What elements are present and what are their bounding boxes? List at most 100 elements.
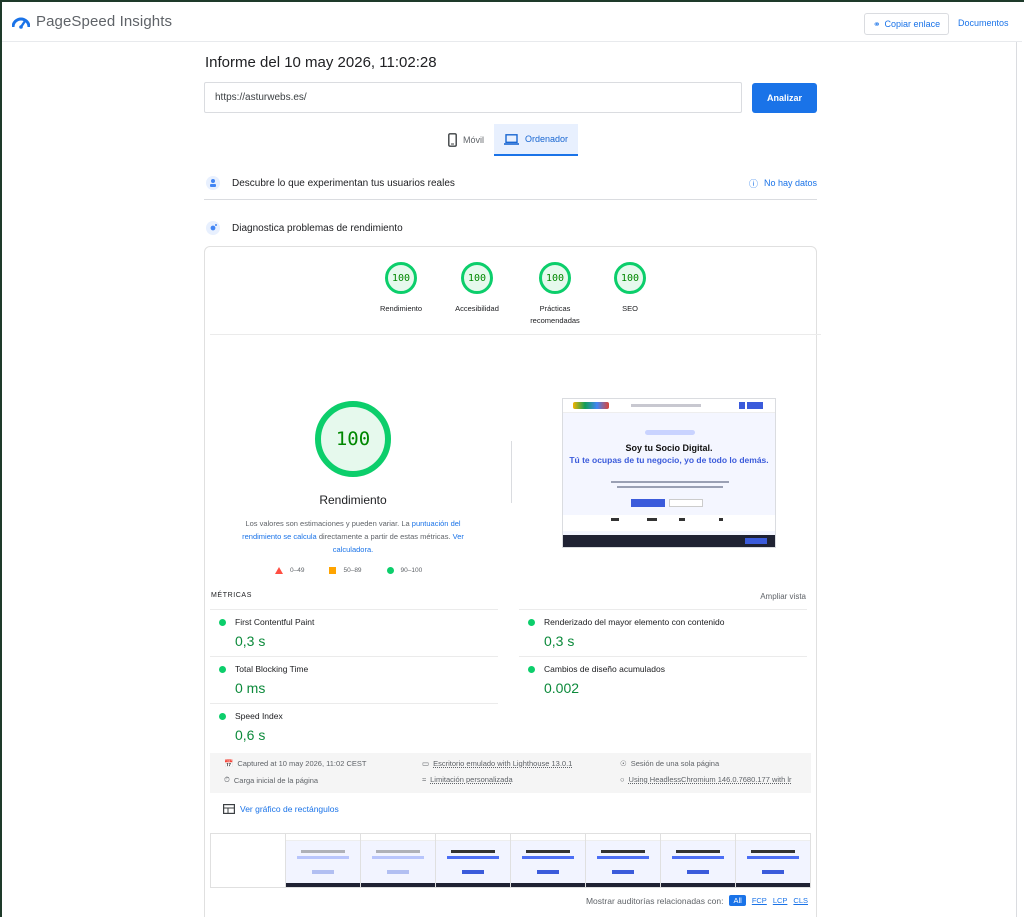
real-users-section[interactable]: Descubre lo que experimentan tus usuario… — [204, 167, 817, 200]
screenshot-headline: Soy tu Socio Digital. — [625, 443, 713, 453]
filter-chip-all[interactable]: All — [729, 895, 746, 906]
filter-chip-lcp[interactable]: LCP — [773, 896, 788, 905]
no-data-indicator: ⓘ No hay datos — [749, 177, 817, 190]
tab-desktop-label: Ordenador — [525, 134, 569, 144]
browser-icon: ○ — [620, 775, 625, 784]
note-text: Los valores son estimaciones y pueden va… — [245, 519, 412, 528]
device-label: Escritorio emulado with Lighthouse 13.0.… — [433, 759, 573, 768]
filmstrip-frame — [436, 834, 511, 887]
metric-fcp: First Contentful Paint 0,3 s — [210, 609, 498, 655]
metric-cls: Cambios de diseño acumulados 0.002 — [519, 656, 807, 702]
tab-mobile[interactable]: Móvil — [438, 124, 494, 156]
treemap-icon — [223, 804, 235, 814]
filmstrip-frame — [736, 834, 810, 887]
url-input[interactable] — [204, 82, 742, 113]
metrics-heading: MÉTRICAS — [211, 592, 252, 599]
gauge-accessibility[interactable]: 100 Accesibilidad — [447, 262, 507, 315]
users-icon — [206, 176, 220, 190]
runtime-captured: 📅 Captured at 10 may 2026, 11:02 CEST — [224, 759, 366, 768]
filmstrip-frame — [661, 834, 736, 887]
session-label: Sesión de una sola página — [630, 759, 720, 768]
filmstrip-frame — [211, 834, 286, 887]
circle-icon — [386, 567, 394, 574]
browser-label: Using HeadlessChromium 146.0.7680.177 wi… — [628, 775, 792, 784]
audit-filter-label: Mostrar auditorías relacionadas con: — [585, 895, 724, 906]
metric-tbt: Total Blocking Time 0 ms — [210, 656, 498, 702]
no-data-label: No hay datos — [763, 178, 817, 188]
triangle-icon — [275, 567, 283, 574]
treemap-link[interactable]: Ver gráfico de rectángulos — [223, 804, 339, 814]
filter-chip-fcp[interactable]: FCP — [752, 896, 767, 905]
person-icon: ☉ — [620, 759, 627, 768]
legend-average: 50–89 — [329, 567, 362, 574]
timer-icon: ⏱ — [224, 775, 230, 784]
calendar-icon: 📅 — [224, 759, 234, 768]
copy-link-label: Copiar enlace — [884, 19, 941, 29]
diagnostics-title: Diagnostica problemas de rendimiento — [232, 222, 403, 234]
gauge-performance[interactable]: 100 Rendimiento — [371, 262, 431, 315]
copy-link-button[interactable]: ⚭ Copiar enlace — [864, 13, 950, 35]
metric-name: Total Blocking Time — [235, 664, 309, 674]
lab-icon — [206, 221, 220, 235]
filmstrip-frame — [286, 834, 361, 887]
metric-value: 0 ms — [235, 680, 266, 696]
note-text: directamente a partir de estas métricas. — [316, 532, 453, 541]
runtime-settings: 📅 Captured at 10 may 2026, 11:02 CEST ▭ Es… — [210, 753, 811, 793]
category-gauges: 100 Rendimiento 100 Accesibilidad 100 Pr… — [210, 247, 821, 335]
runtime-browser: ○ Using HeadlessChromium 146.0.7680.177 w… — [620, 775, 792, 784]
screenshot-nav — [563, 399, 775, 413]
tab-desktop[interactable]: Ordenador — [494, 124, 579, 156]
metric-value: 0,3 s — [235, 633, 266, 649]
metric-name: Cambios de diseño acumulados — [544, 664, 665, 674]
final-screenshot[interactable]: Soy tu Socio Digital. Tú te ocupas de tu… — [562, 398, 776, 548]
square-icon — [329, 567, 337, 574]
gauge-seo[interactable]: 100 SEO — [600, 262, 660, 315]
legend-poor-label: 0–49 — [290, 567, 305, 574]
pass-icon — [219, 619, 226, 626]
metric-name: First Contentful Paint — [235, 617, 315, 627]
gauge-label: SEO — [622, 304, 638, 313]
legend-good: 90–100 — [386, 567, 423, 574]
expand-view-toggle[interactable]: Ampliar vista — [760, 592, 806, 601]
gauge-label: Accesibilidad — [455, 304, 499, 313]
tab-mobile-label: Móvil — [463, 135, 485, 145]
filter-chip-cls[interactable]: CLS — [793, 896, 808, 905]
performance-gauge: 100 — [315, 401, 391, 477]
page-edge — [1016, 42, 1017, 917]
runtime-session: ☉ Sesión de una sola página — [620, 759, 719, 768]
legend-good-label: 90–100 — [400, 567, 423, 574]
real-users-title: Descubre lo que experimentan tus usuario… — [232, 177, 455, 189]
lighthouse-report: 100 Rendimiento 100 Accesibilidad 100 Pr… — [204, 246, 821, 917]
captured-label: Captured at 10 may 2026, 11:02 CEST — [237, 759, 367, 768]
load-label: Carga inicial de la página — [233, 775, 319, 785]
treemap-label: Ver gráfico de rectángulos — [240, 804, 339, 814]
filmstrip — [210, 833, 811, 888]
screenshot-footer — [563, 535, 775, 547]
audit-filter: Mostrar auditorías relacionadas con: All… — [586, 895, 808, 906]
filmstrip-frame — [361, 834, 436, 887]
link-icon: ⚭ — [873, 18, 881, 29]
info-icon: ⓘ — [748, 178, 758, 189]
docs-link[interactable]: Documentos — [958, 18, 1009, 28]
pagespeed-logo-icon — [12, 17, 30, 29]
gauge-best-practices[interactable]: 100 Prácticas recomendadas — [523, 262, 587, 327]
metric-speed-index: Speed Index 0,6 s — [210, 703, 498, 749]
pass-icon — [219, 713, 226, 720]
top-bar: PageSpeed Insights ⚭ Copiar enlace Docum… — [2, 2, 1022, 42]
gauge-score: 100 — [614, 262, 646, 294]
performance-label: Rendimiento — [319, 493, 387, 507]
metric-value: 0,3 s — [544, 633, 575, 649]
gauge-score: 100 — [385, 262, 417, 294]
brand-name: PageSpeed Insights — [36, 13, 173, 30]
diagnostics-section: Diagnostica problemas de rendimiento — [204, 215, 817, 241]
pass-icon — [219, 666, 226, 673]
pass-icon — [528, 666, 535, 673]
filmstrip-frame — [511, 834, 586, 887]
divider — [511, 441, 512, 503]
performance-note: Los valores son estimaciones y pueden va… — [235, 517, 471, 556]
throttling-label: Limitación personalizada — [430, 775, 513, 784]
gauge-label: Rendimiento — [379, 304, 423, 313]
analyze-button[interactable]: Analizar — [752, 83, 817, 113]
metric-name: Speed Index — [235, 711, 283, 721]
pass-icon — [528, 619, 535, 626]
